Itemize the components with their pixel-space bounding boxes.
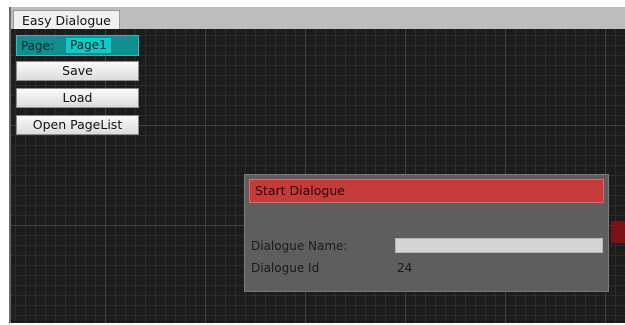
page-field[interactable]: Page1	[66, 38, 111, 53]
page-selector[interactable]: Page: Page1	[16, 35, 139, 56]
save-button[interactable]: Save	[16, 61, 139, 81]
node-title[interactable]: Start Dialogue	[249, 179, 604, 203]
dialogue-id-value: 24	[397, 261, 413, 275]
open-pagelist-button[interactable]: Open PageList	[16, 115, 139, 135]
offscreen-node-edge[interactable]	[611, 221, 625, 243]
dialogue-name-input[interactable]	[395, 238, 603, 253]
start-dialogue-node[interactable]: Start Dialogue Dialogue Name: Dialogue I…	[244, 174, 609, 292]
load-button[interactable]: Load	[16, 88, 139, 108]
tab-bar: Easy Dialogue	[11, 7, 625, 30]
dialogue-name-label: Dialogue Name:	[251, 239, 348, 253]
tab-easy-dialogue[interactable]: Easy Dialogue	[13, 10, 120, 30]
editor-window: Easy Dialogue Page: Page1 Save Load Open…	[9, 7, 625, 323]
toolbar: Page: Page1 Save Load Open PageList	[16, 35, 139, 142]
dialogue-id-label: Dialogue Id	[251, 261, 320, 275]
page-label: Page:	[21, 38, 55, 53]
